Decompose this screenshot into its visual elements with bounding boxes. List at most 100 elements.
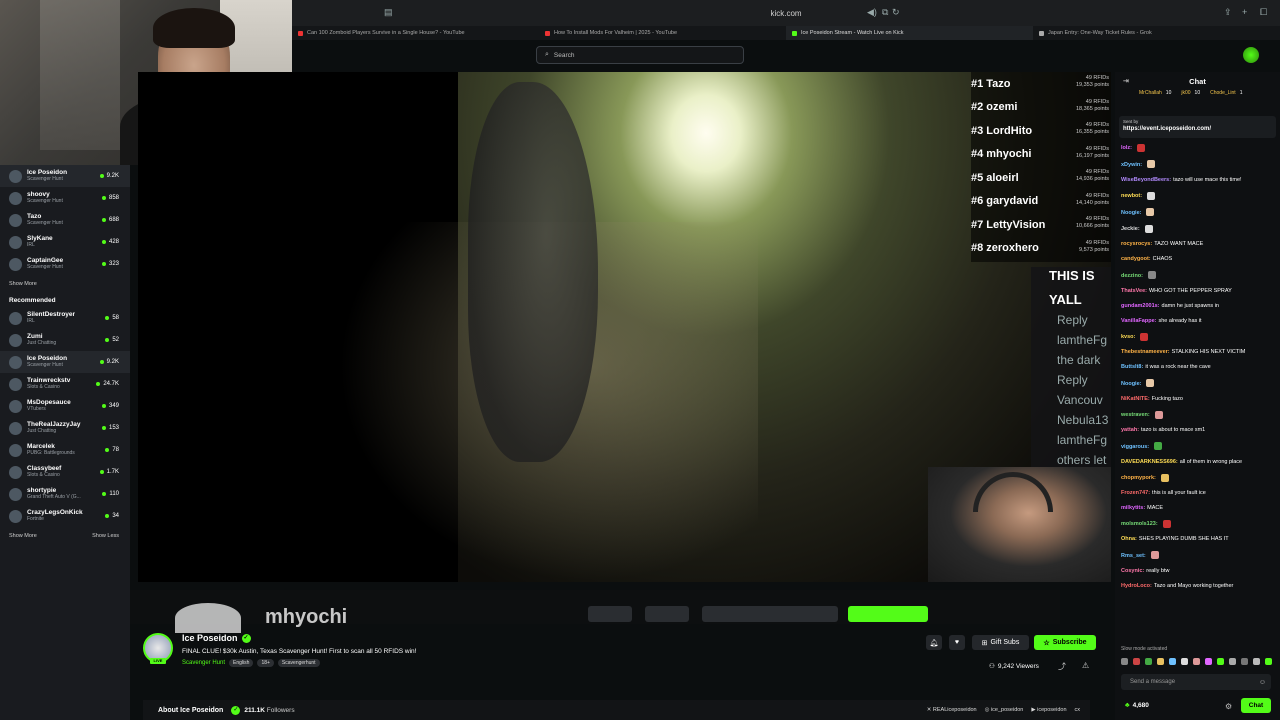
quick-emote-icon[interactable]: [1217, 657, 1224, 665]
tag-language[interactable]: English: [229, 659, 254, 667]
sidebar-channel[interactable]: shoovy Scavenger Hunt 858: [0, 187, 130, 209]
url-text[interactable]: kick.com: [770, 9, 801, 18]
reload-icon[interactable]: ↻: [892, 7, 900, 18]
report-icon[interactable]: ⚠: [1082, 661, 1089, 670]
top-gifter[interactable]: Chode_Lint 1: [1210, 90, 1242, 112]
top-gifter[interactable]: MrChallah 10: [1139, 90, 1171, 112]
pinned-message[interactable]: Sent by https://event.iceposeidon.com/: [1119, 116, 1276, 138]
chat-username[interactable]: lolz:: [1121, 145, 1132, 151]
chat-username[interactable]: Cosynic:: [1121, 568, 1144, 574]
sidebar-channel[interactable]: SlyKane IRL 428: [0, 231, 130, 253]
sidebar-channel[interactable]: Ice Poseidon Scavenger Hunt 9.2K: [0, 165, 130, 187]
show-less-recommended[interactable]: Show Less: [92, 533, 119, 539]
sidebar-channel[interactable]: shortypie Grand Theft Auto V (G... 110: [0, 483, 130, 505]
sidebar-channel[interactable]: Marcelek PUBG: Battlegrounds 78: [0, 439, 130, 461]
chat-username[interactable]: viggarous:: [1121, 444, 1149, 450]
chat-username[interactable]: rocysrocys:: [1121, 241, 1152, 247]
chat-username[interactable]: Frozen747:: [1121, 490, 1150, 496]
reader-icon[interactable]: ▤: [384, 7, 393, 18]
quick-emote-icon[interactable]: [1121, 657, 1128, 665]
notification-bell-button[interactable]: 🔔︎: [926, 635, 942, 650]
emoji-picker-icon[interactable]: ☺: [1259, 679, 1266, 686]
share-stream-icon[interactable]: ⤴: [1058, 661, 1066, 672]
sidebar-channel[interactable]: MsDopesauce VTubers 349: [0, 395, 130, 417]
chat-settings-icon[interactable]: ⚙: [1225, 702, 1232, 711]
chat-username[interactable]: chopmypork:: [1121, 475, 1156, 481]
show-more-following[interactable]: Show More: [0, 275, 130, 293]
chat-username[interactable]: Buttslt8:: [1121, 364, 1143, 370]
browser-tab[interactable]: How To Install Mods For Valheim | 2025 -…: [539, 26, 786, 40]
audio-icon[interactable]: ◀): [867, 7, 877, 18]
quick-emote-icon[interactable]: [1205, 657, 1212, 665]
chat-username[interactable]: Thebestnameever:: [1121, 349, 1170, 355]
quick-emote-icon[interactable]: [1265, 657, 1272, 665]
quick-emote-icon[interactable]: [1229, 657, 1236, 665]
collapse-chat-icon[interactable]: ⇥: [1123, 77, 1129, 85]
sidebar-channel[interactable]: Ice Poseidon Scavenger Hunt 9.2K: [0, 351, 130, 373]
gift-subs-button[interactable]: ⊞ Gift Subs: [972, 635, 1029, 650]
tab-overview-icon[interactable]: ⧠: [1260, 7, 1267, 18]
sidebar-channel[interactable]: CaptainGee Scavenger Hunt 323: [0, 253, 130, 275]
social-x-link[interactable]: ✕ REALiceposeidon: [927, 707, 977, 713]
chat-username[interactable]: Rms_set:: [1121, 553, 1146, 559]
category-link[interactable]: Scavenger Hunt: [182, 660, 225, 666]
chat-username[interactable]: DAVEDARKNESS696:: [1121, 459, 1178, 465]
chat-username[interactable]: candygoot:: [1121, 256, 1151, 262]
pinned-link[interactable]: https://event.iceposeidon.com/: [1123, 126, 1272, 132]
social-instagram-link[interactable]: ◎ ice_poseidon: [985, 707, 1024, 713]
channel-points[interactable]: ♣ 4,680: [1125, 702, 1149, 709]
chat-username[interactable]: WiseBeyondBeers:: [1121, 177, 1171, 183]
sidebar-channel[interactable]: Trainwreckstv Slots & Casino 24.7K: [0, 373, 130, 395]
quick-emote-icon[interactable]: [1193, 657, 1200, 665]
quick-emote-icon[interactable]: [1169, 657, 1176, 665]
chat-username[interactable]: westraven:: [1121, 412, 1150, 418]
chat-username[interactable]: Jeckie:: [1121, 226, 1140, 232]
chat-username[interactable]: VanillaFappe:: [1121, 318, 1156, 324]
streamer-name[interactable]: Ice Poseidon: [182, 633, 238, 643]
sidebar-channel[interactable]: Classybeef Slots & Casino 1.7K: [0, 461, 130, 483]
sidebar-channel[interactable]: CrazyLegsOnKick Fortnite 34: [0, 505, 130, 527]
quick-emote-icon[interactable]: [1157, 657, 1164, 665]
search-input[interactable]: ⌕ Search: [536, 46, 744, 64]
chat-username[interactable]: yattah:: [1121, 427, 1139, 433]
chat-username[interactable]: Ohna:: [1121, 536, 1137, 542]
top-gifter[interactable]: jk00 10: [1181, 90, 1200, 112]
chat-username[interactable]: ThatsVee:: [1121, 288, 1147, 294]
new-tab-icon[interactable]: +: [1242, 7, 1247, 17]
sidebar-channel[interactable]: Zumi Just Chatting 52: [0, 329, 130, 351]
quick-emote-icon[interactable]: [1241, 657, 1248, 665]
chat-username[interactable]: gundam2001s:: [1121, 303, 1160, 309]
chat-username[interactable]: molsmols123:: [1121, 521, 1158, 527]
sidebar-channel[interactable]: Tazo Scavenger Hunt 688: [0, 209, 130, 231]
chat-username[interactable]: HydroLoco:: [1121, 583, 1152, 589]
sidebar-channel[interactable]: TheRealJazzyJay Just Chatting 153: [0, 417, 130, 439]
sidebar-channel[interactable]: SilentDestroyer IRL 58: [0, 307, 130, 329]
browser-tab[interactable]: Ice Poseidon Stream - Watch Live on Kick: [786, 26, 1033, 40]
chat-username[interactable]: kvso:: [1121, 334, 1135, 340]
chat-message-input[interactable]: Send a message ☺: [1121, 674, 1271, 690]
quick-emote-icon[interactable]: [1133, 657, 1140, 665]
browser-address-bar[interactable]: ▤ kick.com ◀) ⧉ ↻ ⇪ + ⧠: [292, 0, 1280, 26]
chat-username[interactable]: xDywin:: [1121, 162, 1142, 168]
browser-tab[interactable]: Can 100 Zomboid Players Survive in a Sin…: [292, 26, 539, 40]
follow-heart-button[interactable]: ♥: [949, 635, 965, 650]
tag-age[interactable]: 18+: [257, 659, 274, 667]
chat-username[interactable]: Noogie:: [1121, 381, 1141, 387]
show-more-recommended[interactable]: Show More: [9, 533, 37, 539]
quick-emote-icon[interactable]: [1181, 657, 1188, 665]
user-avatar-icon[interactable]: [1243, 47, 1259, 63]
extension-icon[interactable]: ⧉: [882, 7, 888, 18]
tag-scavengerhunt[interactable]: Scavengerhunt: [277, 659, 320, 667]
browser-tab[interactable]: Japan Entry: One-Way Ticket Rules - Grok: [1033, 26, 1280, 40]
social-youtube-link[interactable]: ▶ iceposeidon: [1031, 707, 1066, 713]
chat-send-button[interactable]: Chat: [1241, 698, 1271, 713]
quick-emote-icon[interactable]: [1253, 657, 1260, 665]
quick-emote-icon[interactable]: [1145, 657, 1152, 665]
chat-username[interactable]: Noogie:: [1121, 210, 1141, 216]
chat-username[interactable]: milkytits:: [1121, 505, 1145, 511]
social-other-link[interactable]: cx: [1075, 707, 1081, 713]
share-icon[interactable]: ⇪: [1224, 7, 1232, 18]
chat-username[interactable]: NiKatNITE:: [1121, 396, 1150, 402]
video-player[interactable]: #1 Tazo 49 RFIDs 19,353 points #2 ozemi 49 RFI…: [138, 72, 1111, 582]
subscribe-button[interactable]: ☆ Subscribe: [1034, 635, 1096, 650]
